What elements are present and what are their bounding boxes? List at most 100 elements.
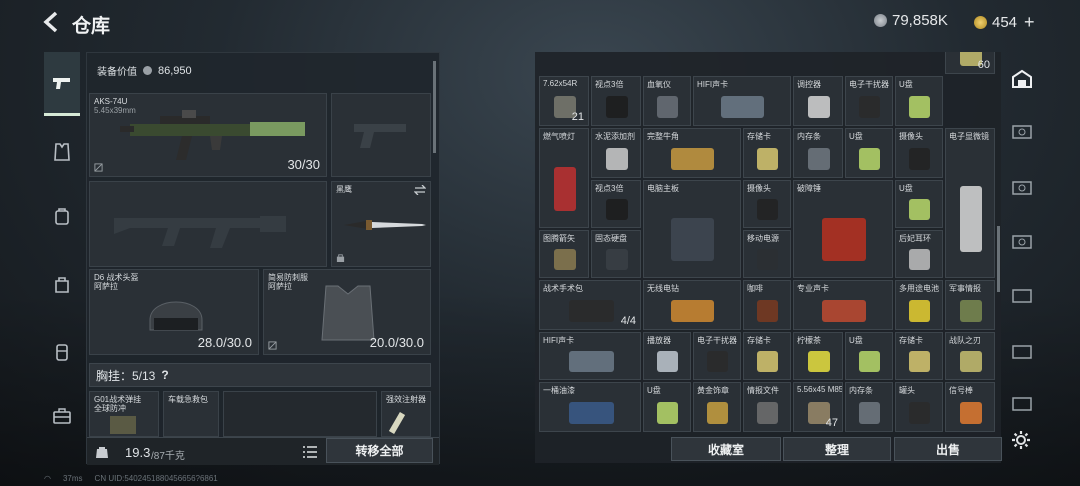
inventory-item[interactable]: 固态硬盘	[591, 230, 641, 278]
chest-item-2[interactable]: 车载急救包	[163, 391, 219, 437]
inventory-item[interactable]: 水泥添加剂	[591, 128, 641, 178]
chest-rig-header[interactable]: 胸挂：5/13 ?	[89, 363, 431, 387]
inventory-item[interactable]: 后妃耳环	[895, 230, 943, 278]
nav-case-tab[interactable]	[44, 396, 80, 436]
primary-weapon-slot[interactable]: AKS-74U 5.45x39mm 30/30	[89, 93, 327, 177]
inventory-item[interactable]: 摄像头	[743, 180, 791, 228]
inventory-item[interactable]: 5.56x45 M855A1 47	[793, 382, 843, 432]
inventory-scrollbar[interactable]	[997, 226, 1000, 292]
item-name: U盘	[849, 336, 863, 345]
inventory-item[interactable]: 罐头	[895, 382, 943, 432]
inventory-item[interactable]: 战队之刃	[945, 332, 995, 380]
nav-armor-tab[interactable]	[44, 132, 80, 172]
inventory-item[interactable]: 内存条	[793, 128, 843, 178]
inventory-item[interactable]: 电子显微镜	[945, 128, 995, 278]
inventory-item[interactable]: 战术手术包 4/4	[539, 280, 641, 330]
inventory-item[interactable]: 电脑主板	[643, 180, 741, 278]
inventory-item[interactable]: 血氧仪	[643, 76, 691, 126]
inventory-item[interactable]: 信号棒	[945, 382, 995, 432]
inventory-item[interactable]: 咖啡	[743, 280, 791, 330]
add-currency-icon[interactable]: +	[1024, 12, 1035, 33]
chest-item-1[interactable]: G01战术弹挂 全球防冲	[89, 391, 159, 437]
nav-storage-3[interactable]	[1007, 228, 1037, 254]
melee-slot[interactable]: 黑鹰	[331, 181, 431, 267]
inventory-item[interactable]: 视点3倍	[591, 76, 641, 126]
pistol-icon	[53, 77, 70, 89]
inventory-item[interactable]: 战队之刃60	[945, 52, 995, 74]
inventory-item[interactable]: HIFI声卡	[539, 332, 641, 380]
nav-storage-2[interactable]	[1007, 174, 1037, 200]
sell-button[interactable]: 出售	[894, 437, 1002, 461]
item-name: 咖啡	[747, 284, 763, 293]
nav-storage-6[interactable]	[1007, 390, 1037, 416]
inventory-item[interactable]: 存储卡	[895, 332, 943, 380]
inventory-item[interactable]: 内存条	[845, 382, 893, 432]
inventory-item[interactable]: 无线电钻	[643, 280, 741, 330]
sort-button[interactable]: 整理	[783, 437, 891, 461]
inventory-item[interactable]: 调控器	[793, 76, 843, 126]
gold-currency[interactable]: 454 +	[974, 12, 1035, 33]
inventory-item[interactable]: 完整牛角	[643, 128, 741, 178]
list-icon[interactable]	[303, 446, 317, 458]
inventory-item[interactable]: HIFI声卡	[693, 76, 791, 126]
inventory-item[interactable]: 破障锤	[793, 180, 893, 278]
inventory-item[interactable]: 多用途电池	[895, 280, 943, 330]
armor-slot[interactable]: 简易防刺服 阿萨拉 20.0/30.0	[263, 269, 431, 355]
inventory-item[interactable]: 移动电源	[743, 230, 791, 278]
inventory-item[interactable]: U盘	[845, 332, 893, 380]
inventory-item[interactable]: 一桶油漆	[539, 382, 641, 432]
padlock-icon	[336, 254, 345, 262]
chest-item-4[interactable]: 强效注射器	[381, 391, 431, 437]
nav-chestrig-tab[interactable]	[44, 332, 80, 372]
storage-box-icon	[1012, 125, 1032, 139]
inventory-item[interactable]: 专业声卡	[793, 280, 893, 330]
transfer-all-button[interactable]: 转移全部	[326, 438, 433, 463]
inventory-item[interactable]: 黄金饰章	[693, 382, 741, 432]
item-icon	[606, 96, 628, 118]
inventory-item[interactable]: 柠檬茶	[793, 332, 843, 380]
inventory-item[interactable]: 军事情报	[945, 280, 995, 330]
inventory-item[interactable]: 视点3倍	[591, 180, 641, 228]
pistol-slot[interactable]	[331, 93, 431, 177]
chest-empty-slot[interactable]	[223, 391, 377, 437]
swap-icon[interactable]	[414, 185, 426, 195]
inventory-item[interactable]: 存储卡	[743, 128, 791, 178]
item-name: 固态硬盘	[595, 234, 627, 243]
inventory-item[interactable]: U盘	[895, 76, 943, 126]
gold-amount: 454	[992, 14, 1018, 31]
nav-all-tab[interactable]	[1007, 66, 1037, 92]
inventory-item[interactable]: 燃气喷灯	[539, 128, 589, 228]
helmet-slot[interactable]: D6 战术头盔 阿萨拉 28.0/30.0	[89, 269, 259, 355]
inventory-item[interactable]: 图腾箭矢	[539, 230, 589, 278]
inventory-item[interactable]: 电子干扰器	[845, 76, 893, 126]
inventory-item[interactable]: 存储卡	[743, 332, 791, 380]
nav-storage-1[interactable]	[1007, 118, 1037, 144]
gold-coin-icon	[974, 16, 987, 29]
nav-storage-4[interactable]	[1007, 282, 1037, 308]
nav-weapon-tab[interactable]	[44, 52, 80, 116]
inventory-item[interactable]: 电子干扰器	[693, 332, 741, 380]
inventory-item[interactable]: U盘	[845, 128, 893, 178]
silver-currency: 79,858K	[874, 12, 948, 29]
collection-button[interactable]: 收藏室	[671, 437, 781, 461]
item-name: U盘	[899, 184, 913, 193]
secondary-weapon-slot[interactable]	[89, 181, 327, 267]
nav-bag-tab[interactable]	[44, 264, 80, 304]
inventory-item[interactable]: 情报文件	[743, 382, 791, 432]
help-icon[interactable]: ?	[161, 368, 168, 382]
scrollbar[interactable]	[433, 61, 436, 153]
inventory-item[interactable]: 播放器	[643, 332, 691, 380]
item-name: 5.56x45 M855A1	[797, 385, 843, 394]
inventory-item[interactable]: U盘	[643, 382, 691, 432]
inventory-item[interactable]: U盘	[895, 180, 943, 228]
inventory-item[interactable]: 摄像头	[895, 128, 943, 178]
back-arrow-icon[interactable]	[40, 10, 64, 34]
bag-icon	[55, 277, 69, 293]
aks74u-rifle-icon	[120, 110, 305, 160]
item-icon	[909, 402, 930, 424]
inventory-item[interactable]: 7.62x54R 21	[539, 76, 589, 126]
nav-storage-5[interactable]	[1007, 338, 1037, 364]
nav-helmet-tab[interactable]	[44, 196, 80, 236]
item-name: 完整牛角	[647, 132, 679, 141]
settings-gear-icon[interactable]	[1011, 430, 1031, 450]
